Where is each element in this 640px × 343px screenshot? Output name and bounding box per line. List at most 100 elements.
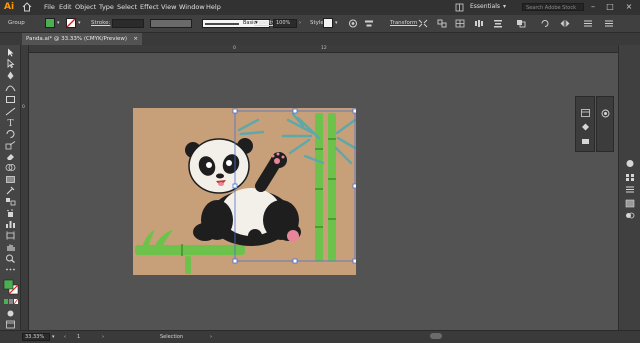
- status-menu-icon[interactable]: ›: [210, 334, 212, 340]
- stroke-label[interactable]: Stroke:: [91, 20, 110, 26]
- zoom-level-field[interactable]: 33.33%: [22, 333, 50, 341]
- layers-panel-icon[interactable]: [581, 109, 590, 117]
- rotate-icon[interactable]: [540, 19, 550, 28]
- stroke-panel-icon[interactable]: [625, 185, 635, 194]
- close-icon[interactable]: ×: [624, 2, 634, 12]
- ruler-mark: 0: [233, 46, 236, 51]
- rectangle-tool-icon[interactable]: [5, 95, 16, 104]
- opacity-field[interactable]: 100%: [273, 19, 297, 28]
- direct-selection-tool-icon[interactable]: [5, 59, 16, 68]
- distribute-vertical-icon[interactable]: [493, 19, 503, 28]
- menu-select[interactable]: Select: [117, 3, 137, 12]
- collapsed-panel-group-b: [596, 96, 614, 152]
- svg-text:T: T: [8, 119, 14, 127]
- edit-toolbar-icon[interactable]: [5, 265, 16, 274]
- search-stock-input[interactable]: Search Adobe Stock: [522, 3, 584, 11]
- line-tool-icon[interactable]: [5, 107, 16, 116]
- style-dropdown-icon[interactable]: ▾: [335, 20, 338, 26]
- select-similar-icon[interactable]: [437, 19, 447, 28]
- gradient-tool-icon[interactable]: [5, 175, 16, 184]
- menu-edit[interactable]: Edit: [59, 3, 72, 12]
- collapsed-panel-group-a: [575, 96, 595, 152]
- current-tool-status: Selection: [160, 334, 184, 340]
- stroke-dropdown-icon[interactable]: ▾: [78, 20, 81, 26]
- right-panel-dock: [618, 45, 640, 330]
- style-swatch[interactable]: [323, 18, 333, 28]
- transparency-panel-icon[interactable]: [625, 211, 635, 220]
- column-graph-tool-icon[interactable]: [5, 220, 16, 229]
- isolate-group-icon[interactable]: [418, 19, 428, 28]
- screen-mode-icon[interactable]: [5, 320, 16, 329]
- stroke-weight-field[interactable]: [112, 19, 144, 28]
- brush-stroke-preview: [205, 23, 239, 25]
- horizontal-scrollbar-thumb[interactable]: [430, 333, 442, 339]
- panel-menu-icon[interactable]: [583, 19, 593, 28]
- opacity-arrow-icon[interactable]: ›: [299, 20, 301, 26]
- menu-type[interactable]: Type: [99, 3, 114, 12]
- document-tab[interactable]: Panda.ai* @ 33.33% (CMYK/Preview) ×: [22, 33, 142, 45]
- menu-file[interactable]: File: [44, 3, 55, 12]
- recolor-artwork-icon[interactable]: [348, 19, 358, 28]
- menu-view[interactable]: View: [161, 3, 176, 12]
- eyedropper-tool-icon[interactable]: [5, 186, 16, 195]
- panda: [185, 138, 301, 246]
- arrange-documents-icon[interactable]: [455, 3, 464, 12]
- selection-tool-icon[interactable]: [5, 48, 16, 57]
- zoom-dropdown-icon[interactable]: ▾: [52, 334, 55, 340]
- control-bar: Group ▾ ▾ Stroke: Basic ▾ Opacity: 100% …: [0, 15, 640, 33]
- artboard-tool-icon[interactable]: [5, 231, 16, 240]
- zoom-tool-icon[interactable]: [5, 254, 16, 263]
- artboard-number[interactable]: 1: [77, 334, 80, 340]
- drawing-mode-icon[interactable]: [5, 309, 16, 318]
- libraries-panel-icon[interactable]: [581, 123, 590, 131]
- menu-bar: Ai File Edit Object Type Select Effect V…: [0, 0, 640, 15]
- scale-tool-icon[interactable]: [5, 141, 16, 150]
- horizontal-ruler[interactable]: 0 12: [21, 45, 619, 53]
- menu-help[interactable]: Help: [206, 3, 221, 12]
- eraser-tool-icon[interactable]: [5, 152, 16, 161]
- gradient-panel-icon[interactable]: [625, 199, 635, 208]
- fill-dropdown-icon[interactable]: ▾: [57, 20, 60, 26]
- color-panel-icon[interactable]: [625, 159, 635, 168]
- fill-stroke-control[interactable]: [3, 279, 19, 295]
- bamboo-stalks: [315, 113, 336, 261]
- panda-artwork[interactable]: [133, 108, 356, 275]
- next-artboard-icon[interactable]: ›: [102, 334, 104, 340]
- shape-builder-tool-icon[interactable]: [5, 163, 16, 172]
- panel-options-icon[interactable]: [604, 19, 614, 28]
- maximize-icon[interactable]: □: [605, 2, 615, 12]
- properties-panel-icon[interactable]: [581, 137, 590, 145]
- ruler-mark: 0: [22, 105, 25, 110]
- menu-window[interactable]: Window: [179, 3, 205, 12]
- appearance-panel-icon[interactable]: [601, 109, 610, 118]
- curvature-tool-icon[interactable]: [5, 83, 16, 92]
- workspace-switcher[interactable]: Essentials: [470, 3, 500, 10]
- minimize-icon[interactable]: –: [588, 2, 598, 12]
- swatches-panel-icon[interactable]: [625, 173, 635, 182]
- flip-icon[interactable]: [560, 19, 570, 28]
- variable-width-field[interactable]: [150, 19, 192, 28]
- align-icon[interactable]: [364, 19, 374, 28]
- pen-tool-icon[interactable]: [5, 71, 16, 80]
- color-mode-icons[interactable]: [4, 299, 18, 305]
- transform-link[interactable]: Transform: [390, 20, 417, 26]
- fill-swatch[interactable]: [45, 18, 55, 28]
- rotate-tool-icon[interactable]: [5, 129, 16, 138]
- stroke-swatch[interactable]: [66, 18, 76, 28]
- previous-artboard-icon[interactable]: ‹: [64, 334, 66, 340]
- status-bar: 33.33% ▾ ‹ 1 › Selection ›: [0, 330, 640, 343]
- type-tool-icon[interactable]: T: [5, 118, 16, 127]
- grid-align-icon[interactable]: [455, 19, 465, 28]
- close-tab-icon[interactable]: ×: [133, 33, 138, 45]
- distribute-icon[interactable]: [474, 19, 484, 28]
- pathfinder-icon[interactable]: [516, 19, 526, 28]
- symbol-sprayer-tool-icon[interactable]: [5, 209, 16, 218]
- menu-object[interactable]: Object: [75, 3, 96, 12]
- home-icon[interactable]: [22, 2, 32, 12]
- vertical-ruler[interactable]: 0: [21, 45, 29, 330]
- blend-tool-icon[interactable]: [5, 197, 16, 206]
- hand-tool-icon[interactable]: [5, 243, 16, 252]
- chevron-down-icon[interactable]: ▾: [503, 3, 506, 10]
- menu-effect[interactable]: Effect: [140, 3, 159, 12]
- ruler-mark: 12: [321, 46, 327, 51]
